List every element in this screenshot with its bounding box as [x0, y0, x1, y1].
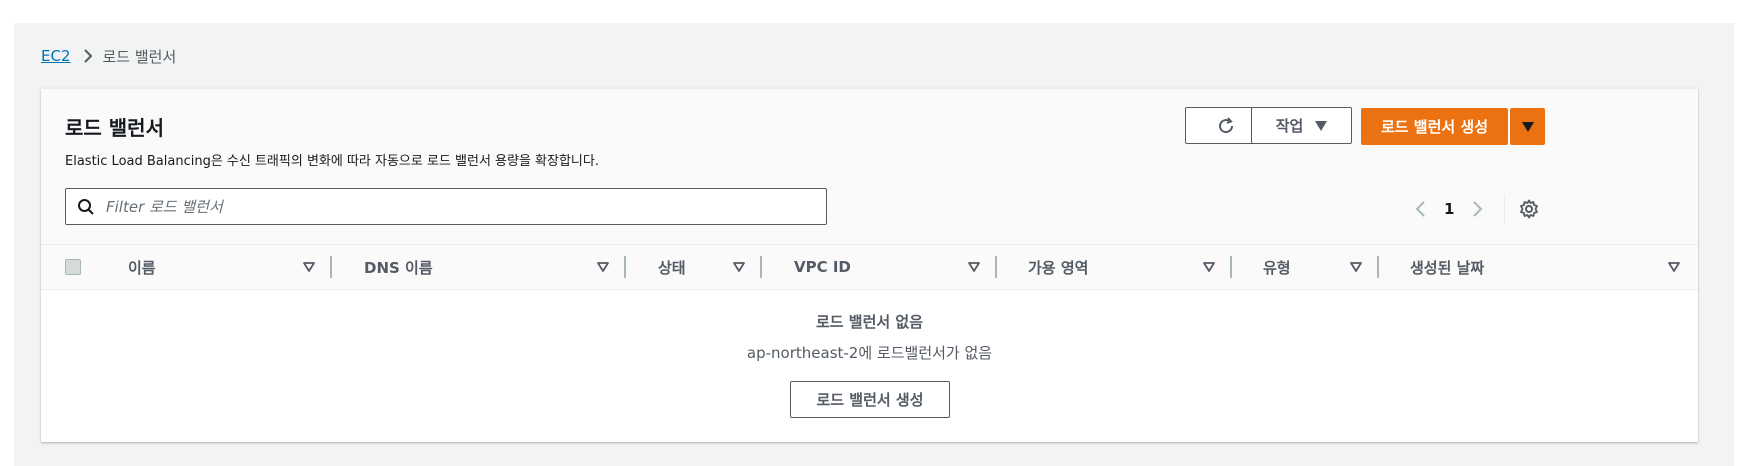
gear-icon[interactable] [1519, 199, 1539, 219]
caret-down-icon [1315, 120, 1328, 131]
table-header: 이름 DNS 이름 상태 VPC ID 가용 영역 유형 생성된 날짜 [41, 244, 1698, 290]
caret-down-icon [1521, 121, 1534, 132]
sort-caret-icon[interactable] [301, 259, 317, 275]
column-divider[interactable] [330, 256, 332, 278]
pager-divider [1504, 194, 1506, 224]
content-area: EC2 로드 밸런서 로드 밸런서 Elastic Load Balancing… [14, 23, 1734, 466]
column-divider[interactable] [624, 256, 626, 278]
column-divider[interactable] [1230, 256, 1232, 278]
column-created[interactable]: 생성된 날짜 [1410, 245, 1484, 289]
page-description: Elastic Load Balancing은 수신 트래픽의 변화에 따라 자… [65, 154, 599, 169]
create-load-balancer-label: 로드 밸런서 생성 [1380, 118, 1489, 136]
empty-state-title: 로드 밸런서 없음 [815, 313, 924, 331]
chevron-left-icon[interactable] [1414, 199, 1428, 219]
refresh-icon [1219, 116, 1234, 133]
column-divider[interactable] [760, 256, 762, 278]
breadcrumb-ec2-link[interactable]: EC2 [41, 47, 71, 65]
current-page[interactable]: 1 [1444, 200, 1454, 218]
search-input[interactable] [106, 197, 806, 216]
actions-label: 작업 [1275, 117, 1304, 135]
empty-create-load-balancer-button[interactable]: 로드 밸런서 생성 [790, 381, 950, 418]
search-icon [66, 198, 106, 216]
column-dns-name[interactable]: DNS 이름 [364, 245, 433, 289]
column-divider[interactable] [995, 256, 997, 278]
chevron-right-icon [83, 49, 93, 63]
column-divider[interactable] [1377, 256, 1379, 278]
chevron-right-icon[interactable] [1470, 199, 1484, 219]
column-state[interactable]: 상태 [658, 245, 686, 289]
sort-caret-icon[interactable] [1348, 259, 1364, 275]
filter-search[interactable] [65, 188, 827, 225]
sort-caret-icon[interactable] [1666, 259, 1682, 275]
panel-header: 로드 밸런서 Elastic Load Balancing은 수신 트래픽의 변… [41, 89, 1698, 244]
column-name[interactable]: 이름 [128, 245, 156, 289]
sort-caret-icon[interactable] [966, 259, 982, 275]
breadcrumb: EC2 로드 밸런서 [41, 45, 176, 67]
actions-button[interactable]: 작업 [1251, 107, 1352, 144]
pagination: 1 [1414, 194, 1539, 224]
create-dropdown-button[interactable] [1510, 108, 1545, 145]
empty-state-message: ap-northeast-2에 로드밸런서가 없음 [746, 344, 993, 362]
column-vpc-id[interactable]: VPC ID [794, 245, 851, 289]
column-type[interactable]: 유형 [1263, 245, 1291, 289]
select-all-checkbox[interactable] [65, 259, 81, 275]
page-title: 로드 밸런서 [65, 116, 164, 140]
sort-caret-icon[interactable] [595, 259, 611, 275]
sort-caret-icon[interactable] [1201, 259, 1217, 275]
load-balancers-panel: 로드 밸런서 Elastic Load Balancing은 수신 트래픽의 변… [41, 88, 1698, 442]
create-load-balancer-button[interactable]: 로드 밸런서 생성 [1361, 108, 1508, 145]
sort-caret-icon[interactable] [731, 259, 747, 275]
column-availability-zones[interactable]: 가용 영역 [1028, 245, 1088, 289]
breadcrumb-current: 로드 밸런서 [102, 47, 177, 66]
